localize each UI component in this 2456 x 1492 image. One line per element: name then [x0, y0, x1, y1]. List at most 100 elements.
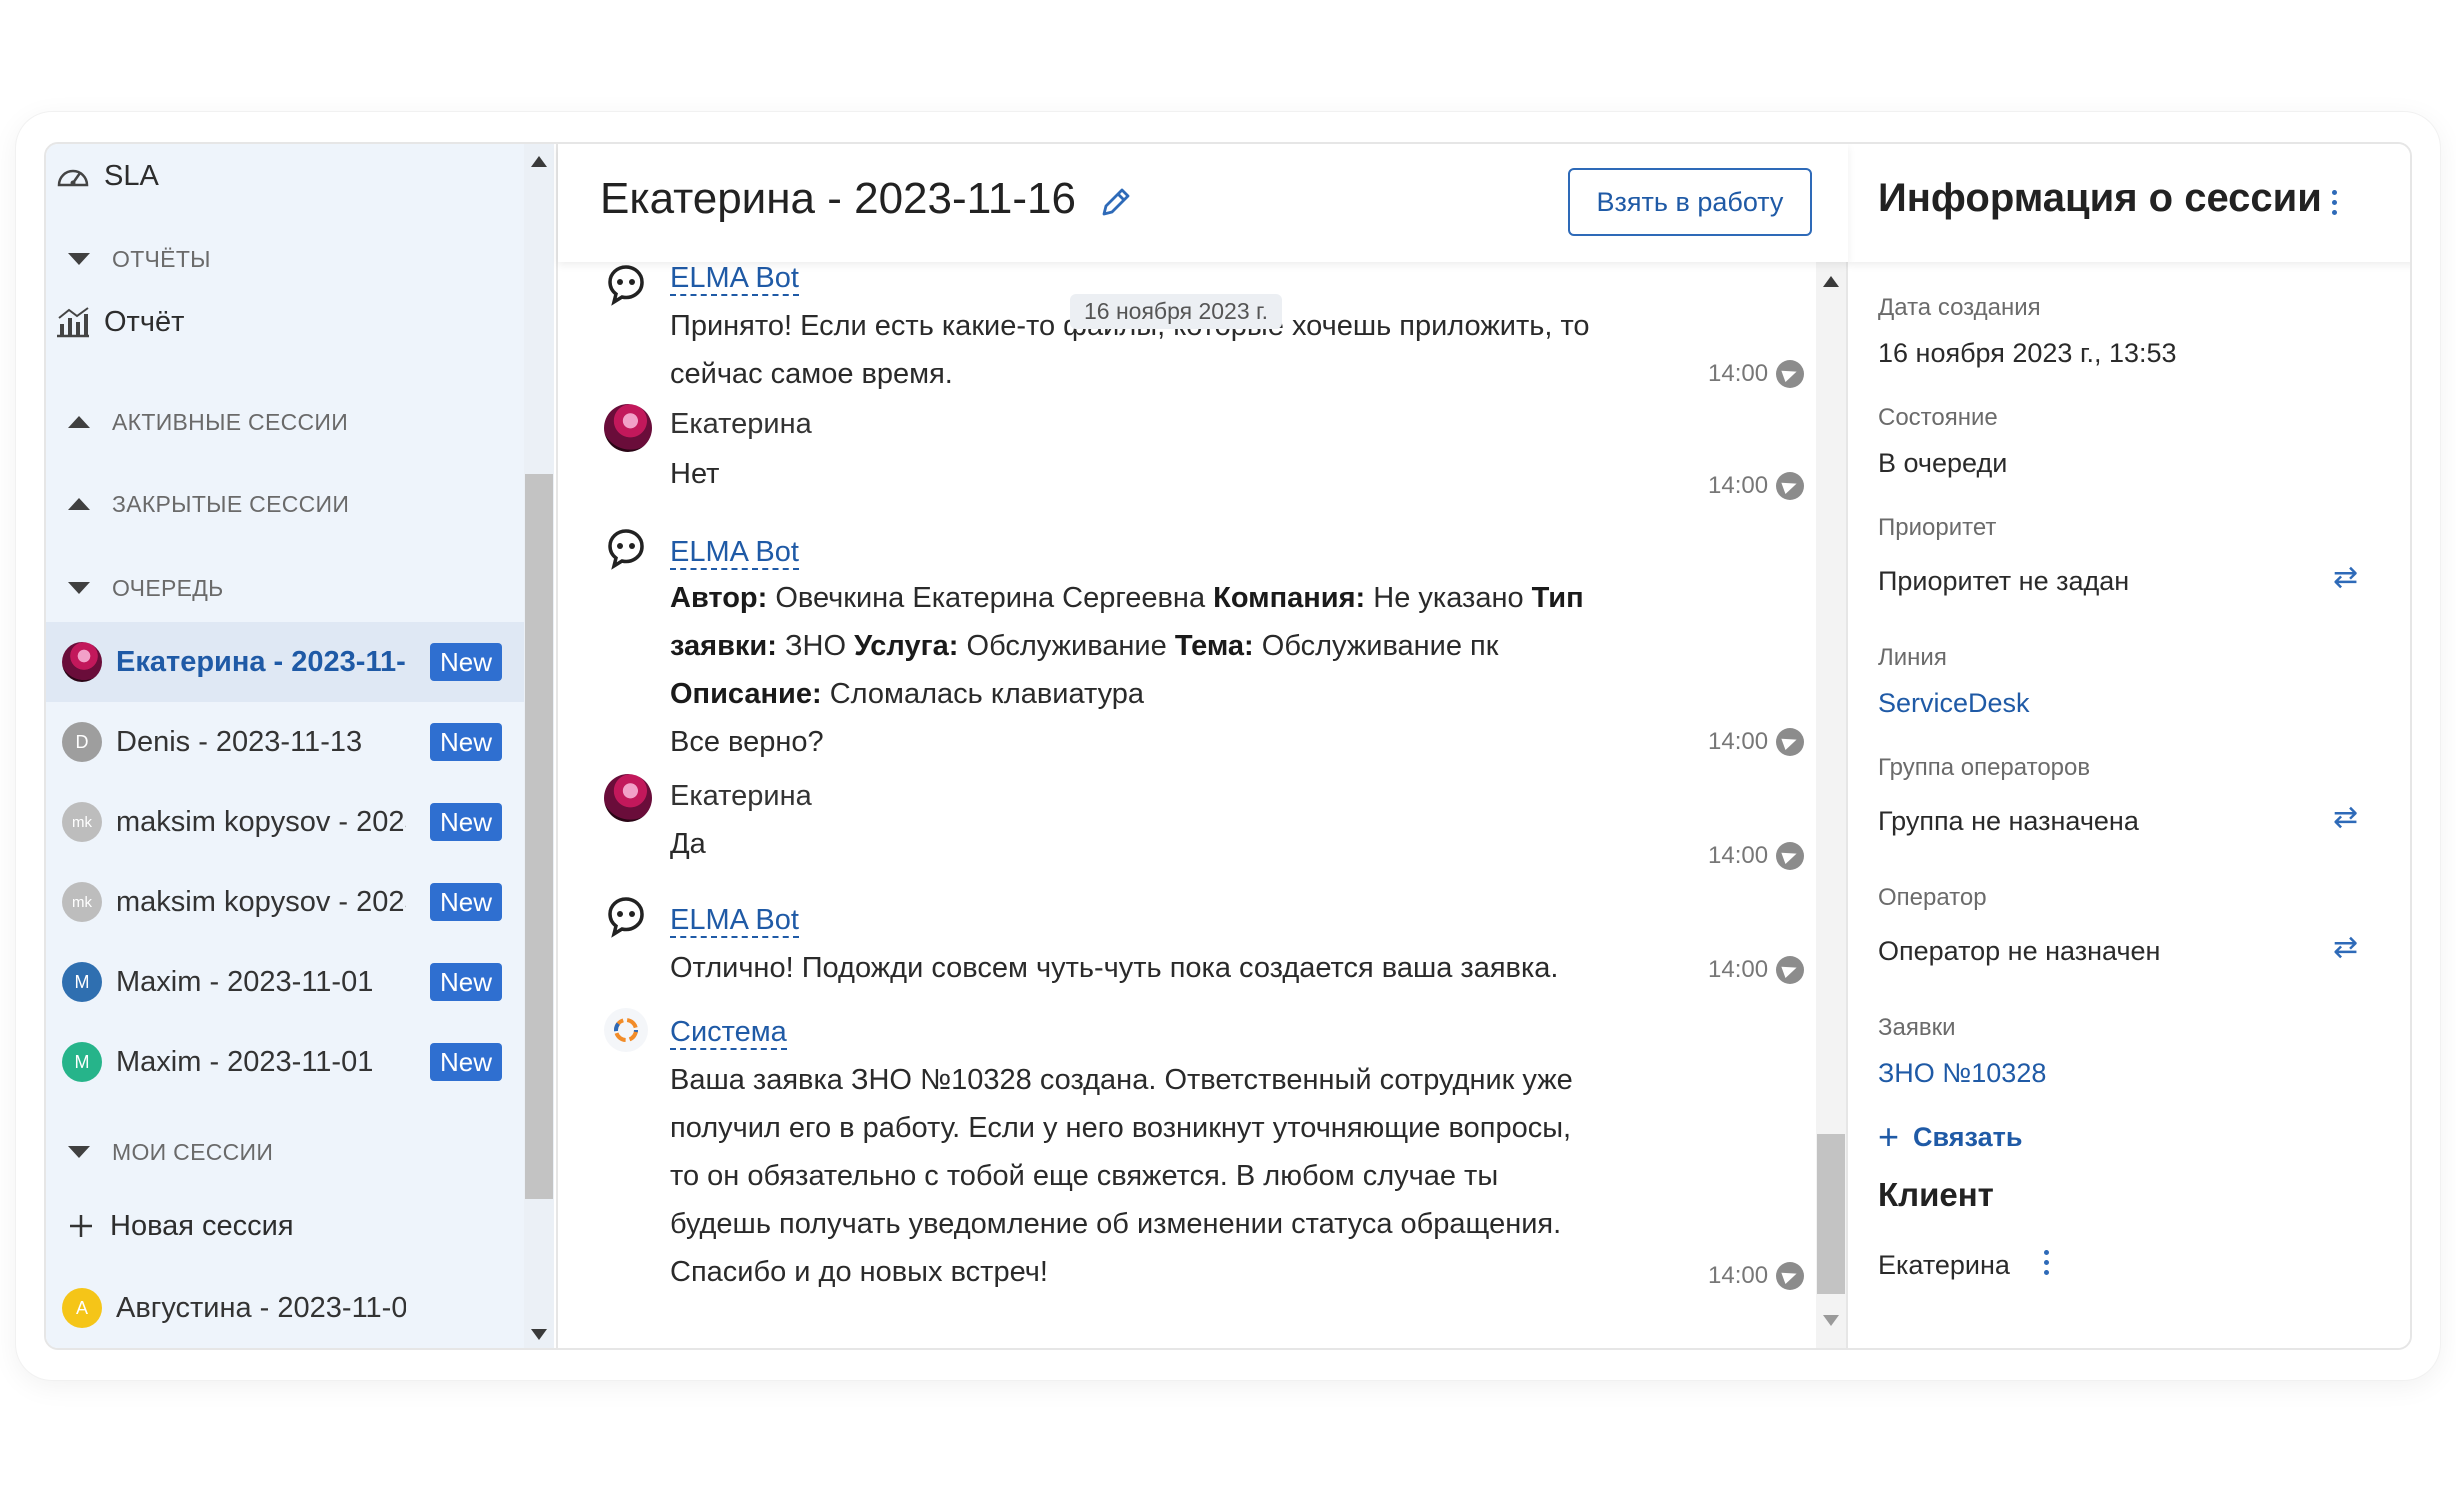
swap-icon[interactable]: ⇄	[2333, 560, 2358, 595]
sidebar-scrollbar[interactable]	[524, 144, 554, 1348]
chevron-up-icon	[68, 416, 90, 428]
section-label: ЗАКРЫТЫЕ СЕССИИ	[112, 490, 350, 517]
section-label: МОИ СЕССИИ	[112, 1138, 274, 1165]
scrollbar-thumb[interactable]	[525, 474, 553, 1199]
chat-panel: Екатерина - 2023-11-16 Взять в работу 16…	[556, 144, 1848, 1348]
state-value: В очереди	[1878, 448, 2008, 478]
message-time: 14:00	[1708, 1262, 1805, 1290]
speedometer-icon	[54, 157, 92, 195]
scroll-up-icon[interactable]	[1823, 276, 1839, 287]
message-question: Все верно?	[670, 726, 824, 758]
bot-icon	[602, 260, 650, 308]
message-time: 14:00	[1708, 472, 1805, 500]
created-value: 16 ноября 2023 г., 13:53	[1878, 338, 2177, 368]
sidebar-item-sla[interactable]: SLA	[46, 148, 524, 204]
session-info-panel: Информация о сессии Дата создания 16 ноя…	[1846, 144, 2410, 1348]
queue-session-item[interactable]: Екатерина - 2023-11-16 New	[46, 622, 524, 702]
section-closed-sessions[interactable]: ЗАКРЫТЫЕ СЕССИИ	[46, 484, 524, 524]
my-session-item[interactable]: A Августина - 2023-11-01	[46, 1268, 524, 1348]
section-label: ОТЧЁТЫ	[112, 245, 211, 272]
swap-icon[interactable]: ⇄	[2333, 800, 2358, 835]
plus-icon	[62, 1207, 100, 1245]
chevron-up-icon	[68, 498, 90, 510]
status-badge: New	[429, 1043, 502, 1081]
time-label: 14:00	[1708, 472, 1769, 499]
client-value: Екатерина	[1878, 1250, 2010, 1280]
message-text: Да	[670, 828, 706, 860]
page-title: Екатерина - 2023-11-16	[600, 174, 1076, 223]
message-text: Ваша заявка ЗНО №10328 создана. Ответств…	[670, 1064, 1573, 1288]
new-session-button[interactable]: Новая сессия	[46, 1198, 524, 1254]
ticket-link[interactable]: ЗНО №10328	[1878, 1058, 2046, 1089]
bot-icon	[602, 892, 650, 940]
chart-icon	[54, 303, 92, 341]
field-value: Сломалась клавиатура	[829, 678, 1145, 710]
telegram-icon	[1776, 472, 1805, 500]
section-queue[interactable]: ОЧЕРЕДЬ	[46, 568, 524, 608]
message-author-link[interactable]: ELMA Bot	[670, 904, 799, 938]
avatar	[604, 404, 652, 452]
more-options-icon[interactable]	[2332, 190, 2338, 220]
message-text: Автор: Овечкина Екатерина Сергеевна Комп…	[670, 574, 1600, 766]
scroll-down-icon[interactable]	[1823, 1315, 1839, 1326]
created-label: Дата создания	[1878, 294, 2041, 321]
message-time: 14:00	[1708, 842, 1805, 870]
section-my-sessions[interactable]: МОИ СЕССИИ	[46, 1132, 524, 1172]
section-label: АКТИВНЫЕ СЕССИИ	[112, 408, 349, 435]
message-text: Нет	[670, 458, 720, 490]
scroll-up-icon[interactable]	[531, 156, 547, 167]
field-label: Автор:	[670, 582, 768, 614]
pencil-icon[interactable]	[1096, 182, 1136, 222]
session-name: Denis - 2023-11-13	[116, 725, 363, 758]
field-value: Обслуживание	[966, 630, 1167, 662]
chat-scrollbar[interactable]	[1816, 262, 1846, 1348]
status-badge: New	[429, 723, 502, 761]
message-author-link[interactable]: ELMA Bot	[670, 536, 799, 570]
queue-session-item[interactable]: mk maksim kopysov - 2023-11-09 New	[46, 862, 524, 942]
section-reports[interactable]: ОТЧЁТЫ	[46, 239, 524, 279]
field-value: ЗНО	[784, 630, 847, 662]
time-label: 14:00	[1708, 728, 1769, 755]
queue-session-item[interactable]: M Maxim - 2023-11-01 New	[46, 1022, 524, 1102]
bot-icon	[602, 524, 650, 572]
message-author-link[interactable]: Система	[670, 1016, 787, 1050]
section-active-sessions[interactable]: АКТИВНЫЕ СЕССИИ	[46, 402, 524, 442]
sidebar-item-report[interactable]: Отчёт	[46, 294, 524, 350]
avatar: mk	[62, 802, 102, 842]
take-in-work-button[interactable]: Взять в работу	[1568, 168, 1812, 236]
session-name: Екатерина - 2023-11-16	[116, 645, 406, 678]
telegram-icon	[1776, 360, 1805, 388]
avatar: mk	[62, 882, 102, 922]
priority-label: Приоритет	[1878, 514, 1997, 541]
app-window: SLA ОТЧЁТЫ Отчёт АКТИВНЫЕ СЕССИИ ЗАКРЫТЫ…	[44, 142, 2412, 1350]
message-time: 14:00	[1708, 728, 1805, 756]
queue-session-item[interactable]: D Denis - 2023-11-13 New	[46, 702, 524, 782]
link-button[interactable]: + Связать	[1878, 1116, 2022, 1158]
time-label: 14:00	[1708, 1262, 1769, 1289]
time-label: 14:00	[1708, 956, 1769, 983]
swap-icon[interactable]: ⇄	[2333, 930, 2358, 965]
avatar: M	[62, 1042, 102, 1082]
field-label: Описание:	[670, 678, 822, 710]
scroll-down-icon[interactable]	[531, 1329, 547, 1340]
message-author: Екатерина	[670, 408, 812, 440]
tickets-label: Заявки	[1878, 1014, 1956, 1041]
field-label: Услуга:	[854, 630, 959, 662]
line-value-link[interactable]: ServiceDesk	[1878, 688, 2030, 719]
message-text: Отлично! Подожди совсем чуть-чуть пока с…	[670, 952, 1559, 984]
client-options-icon[interactable]	[2044, 1250, 2050, 1280]
field-value: Не указано	[1373, 582, 1524, 614]
queue-session-item[interactable]: mk maksim kopysov - 2023-11-10 New	[46, 782, 524, 862]
sidebar: SLA ОТЧЁТЫ Отчёт АКТИВНЫЕ СЕССИИ ЗАКРЫТЫ…	[46, 144, 554, 1348]
sidebar-item-label: SLA	[104, 159, 159, 192]
status-badge: New	[429, 803, 502, 841]
session-name: Maxim - 2023-11-01	[116, 1045, 374, 1078]
queue-session-item[interactable]: M Maxim - 2023-11-01 New	[46, 942, 524, 1022]
avatar	[604, 774, 652, 822]
chat-header: Екатерина - 2023-11-16 Взять в работу	[558, 144, 1848, 262]
status-badge: New	[429, 963, 502, 1001]
message-author-link[interactable]: ELMA Bot	[670, 262, 799, 296]
chevron-down-icon	[68, 582, 90, 594]
session-name: maksim kopysov - 2023-11-09	[116, 885, 406, 918]
scrollbar-thumb[interactable]	[1817, 1134, 1845, 1294]
